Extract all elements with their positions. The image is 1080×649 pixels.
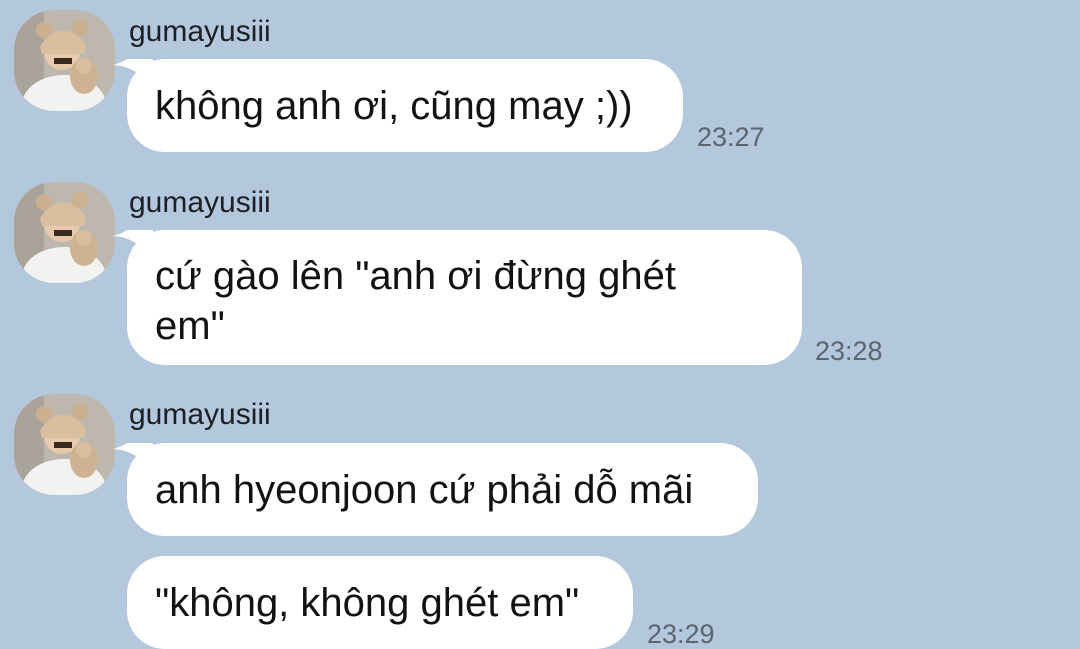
sender-avatar[interactable] bbox=[14, 394, 115, 495]
message-text: không anh ơi, cũng may ;)) bbox=[155, 84, 633, 128]
sender-avatar[interactable] bbox=[14, 10, 115, 111]
message-bubble[interactable]: anh hyeonjoon cứ phải dỗ mãi bbox=[113, 443, 758, 536]
message-bubble[interactable]: không anh ơi, cũng may ;)) bbox=[113, 59, 683, 152]
sender-name: gumayusiii bbox=[129, 398, 271, 431]
message-time: 23:29 bbox=[647, 619, 715, 649]
bubble-tail-icon bbox=[113, 230, 153, 256]
bubble-tail-icon bbox=[113, 443, 153, 469]
sender-name: gumayusiii bbox=[129, 15, 271, 48]
message-text: "không, không ghét em" bbox=[155, 581, 580, 625]
message-time: 23:28 bbox=[815, 336, 883, 366]
message-text: cứ gào lên "anh ơi đừng ghét em" bbox=[155, 254, 676, 348]
message-text: anh hyeonjoon cứ phải dỗ mãi bbox=[155, 468, 694, 512]
sender-avatar[interactable] bbox=[14, 182, 115, 283]
bubble-tail-icon bbox=[113, 59, 153, 85]
message-time: 23:27 bbox=[697, 122, 765, 152]
message-bubble[interactable]: "không, không ghét em" bbox=[127, 556, 633, 649]
message-bubble[interactable]: cứ gào lên "anh ơi đừng ghét em" bbox=[113, 230, 802, 365]
sender-name: gumayusiii bbox=[129, 186, 271, 219]
